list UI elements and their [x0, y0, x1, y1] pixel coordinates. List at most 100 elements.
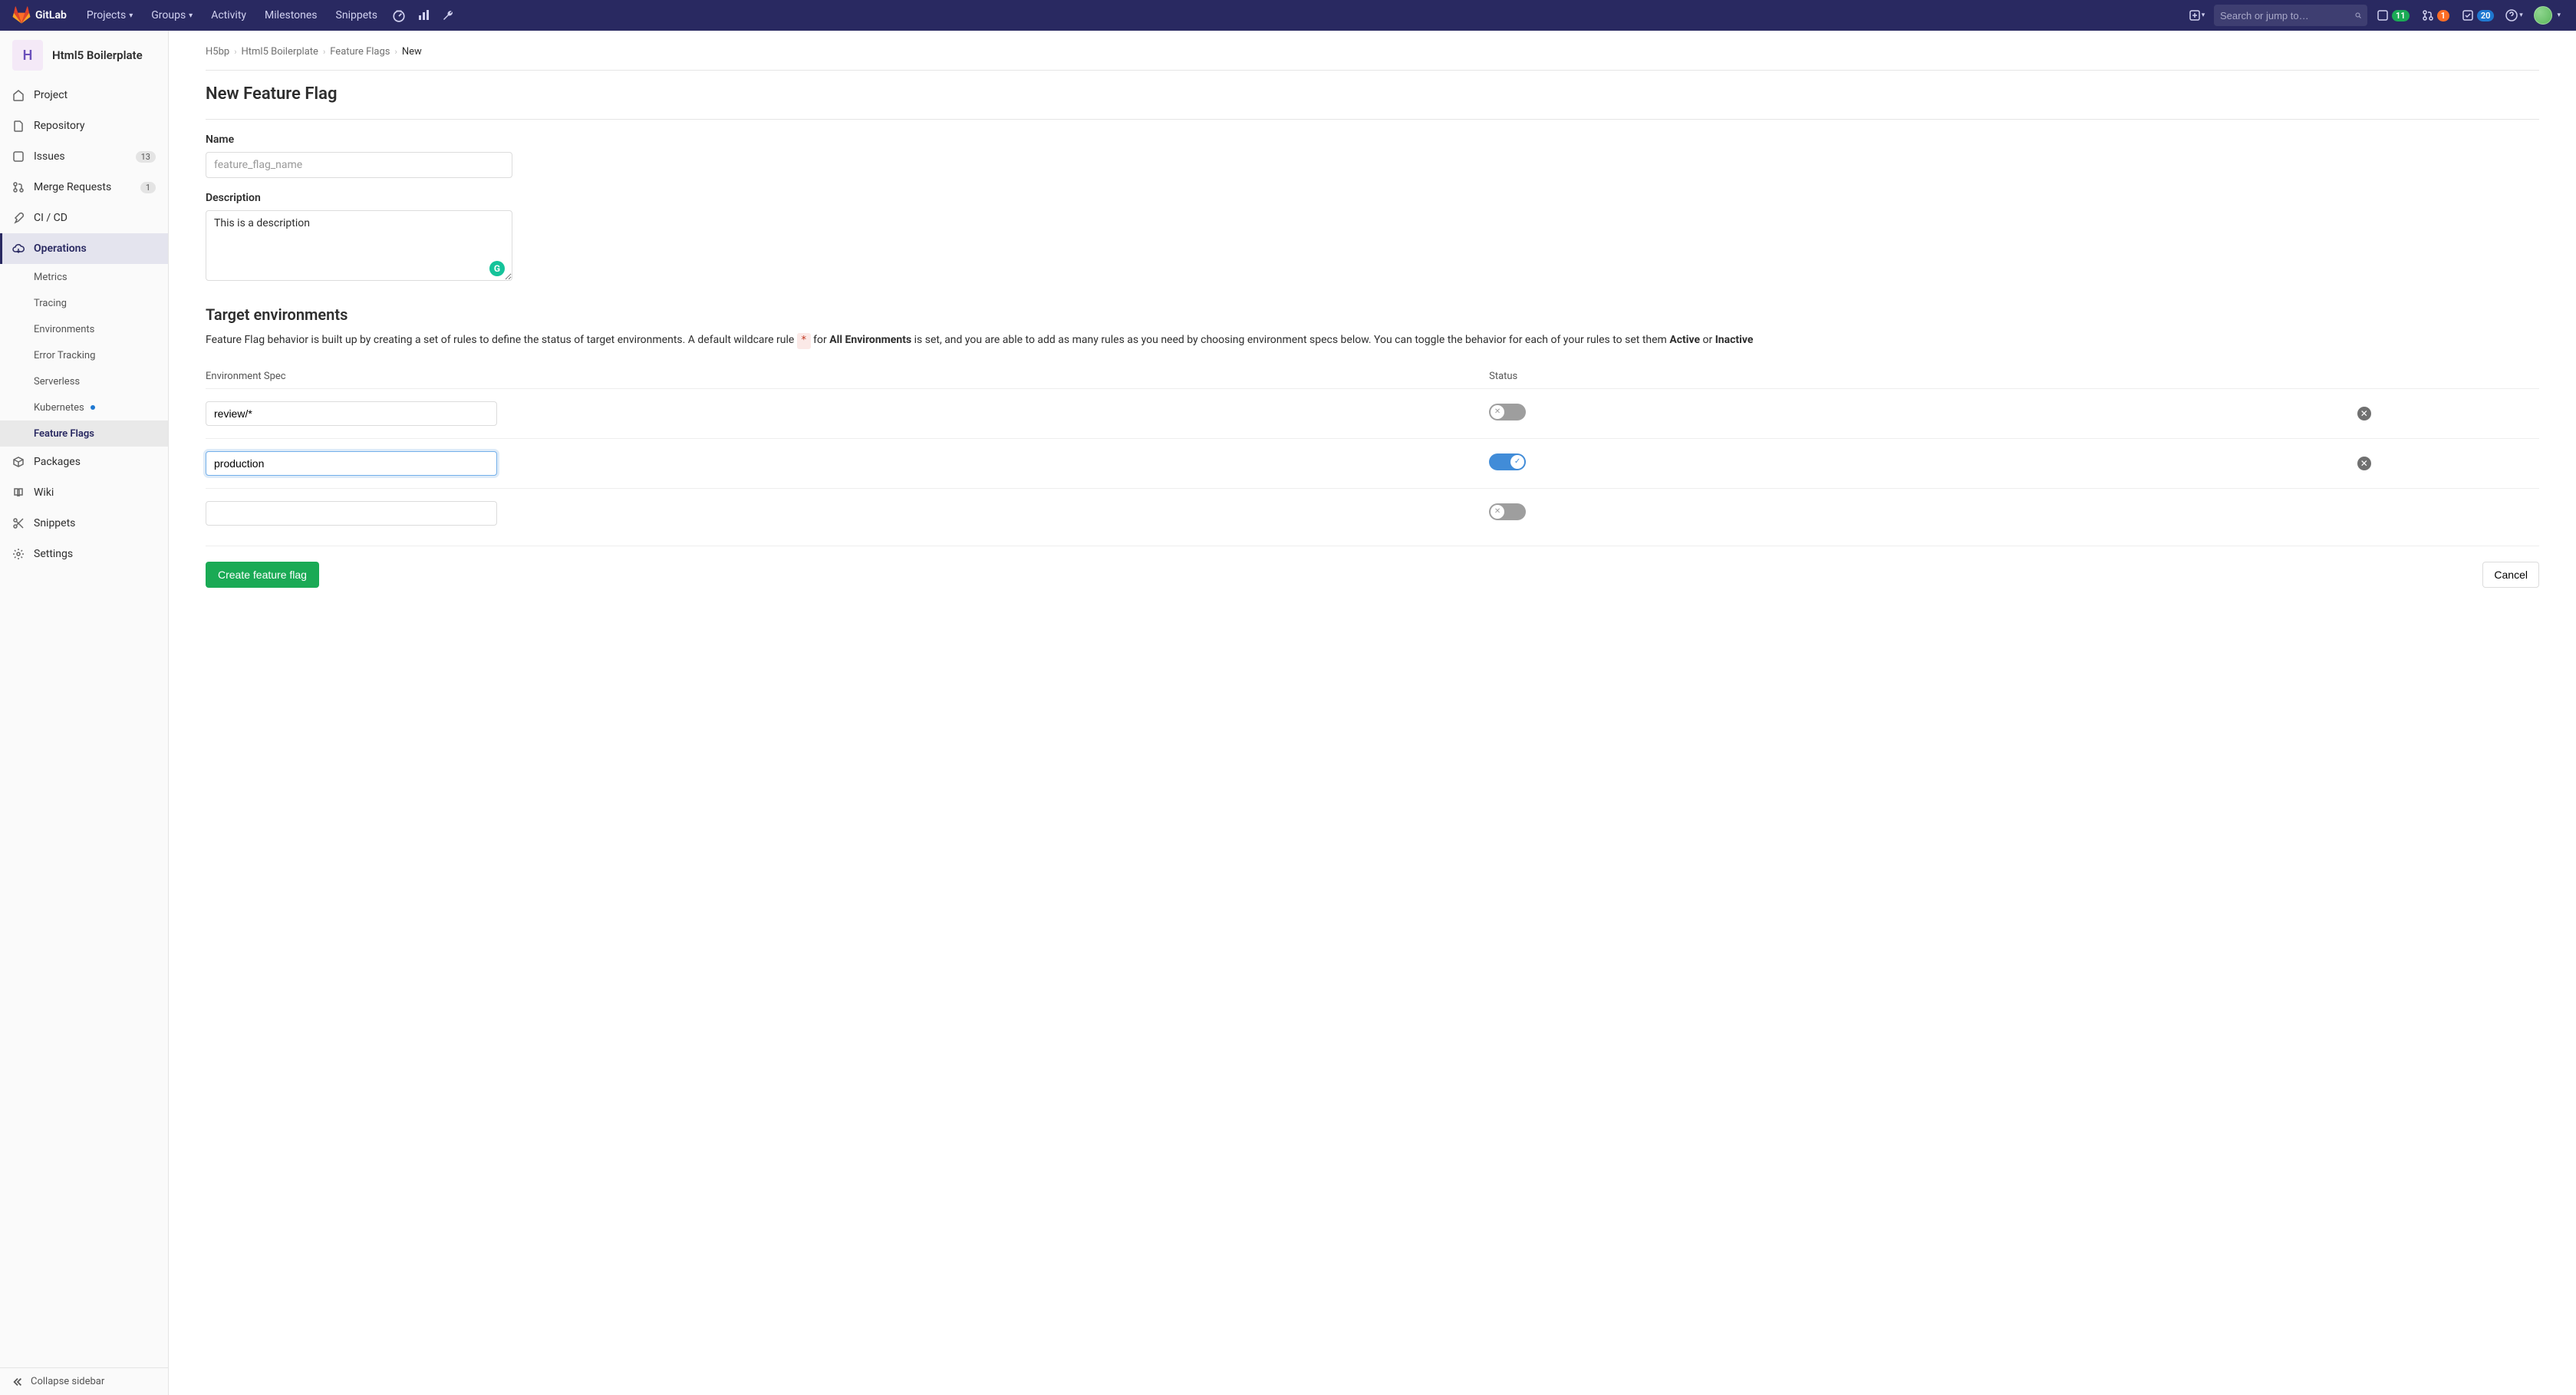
wrench-icon[interactable] [437, 5, 459, 26]
grammarly-icon[interactable]: G [489, 261, 505, 276]
nav-activity[interactable]: Activity [203, 0, 254, 31]
environment-spec-input[interactable] [206, 401, 497, 426]
sidebar-item-label: Settings [34, 548, 73, 560]
cancel-button[interactable]: Cancel [2482, 562, 2539, 588]
sidebar-item-label: Project [34, 89, 68, 101]
main-content: H5bp› Html5 Boilerplate› Feature Flags› … [169, 31, 2576, 1395]
status-dot-icon [91, 405, 95, 410]
gitlab-icon [12, 6, 31, 25]
sidebar-item-repository[interactable]: Repository [0, 110, 168, 141]
merge-request-icon [12, 181, 25, 193]
target-environments-description: Feature Flag behavior is built up by cre… [206, 331, 2539, 349]
sidebar-item-label: Snippets [34, 517, 75, 529]
merge-request-icon [2422, 9, 2434, 21]
issues-icon [2377, 9, 2389, 21]
sub-item-serverless[interactable]: Serverless [0, 368, 168, 394]
sidebar-item-label: Kubernetes [34, 402, 84, 414]
project-sidebar: H Html5 Boilerplate Project Repository I… [0, 31, 169, 1395]
issues-icon [12, 150, 25, 163]
environment-spec-input[interactable] [206, 501, 497, 526]
status-toggle[interactable]: ✓ [1489, 453, 1526, 470]
target-environments-title: Target environments [206, 305, 2539, 324]
scissors-icon [12, 517, 25, 529]
mr-counter[interactable]: 1 [2419, 9, 2452, 21]
top-navbar: GitLab Projects▾ Groups▾ Activity Milest… [0, 0, 2576, 31]
chevron-double-left-icon [12, 1377, 23, 1387]
sidebar-item-snippets[interactable]: Snippets [0, 508, 168, 539]
breadcrumb-item[interactable]: Html5 Boilerplate [242, 46, 318, 58]
gitlab-logo[interactable]: GitLab [12, 6, 67, 25]
package-icon [12, 456, 25, 468]
sub-item-environments[interactable]: Environments [0, 316, 168, 342]
brand-text: GitLab [35, 9, 67, 21]
environment-row: ✕✕ [206, 388, 2539, 438]
breadcrumb-item[interactable]: H5bp [206, 46, 229, 58]
search-icon [2355, 10, 2361, 21]
create-feature-flag-button[interactable]: Create feature flag [206, 562, 319, 588]
nav-snippets[interactable]: Snippets [328, 0, 385, 31]
plus-dropdown[interactable]: ▾ [2186, 5, 2208, 26]
sidebar-item-merge-requests[interactable]: Merge Requests 1 [0, 172, 168, 203]
sidebar-item-issues[interactable]: Issues 13 [0, 141, 168, 172]
project-avatar: H [12, 40, 43, 71]
sidebar-item-label: CI / CD [34, 212, 68, 224]
cloud-icon [12, 242, 25, 255]
book-icon [12, 486, 25, 499]
rocket-icon [12, 212, 25, 224]
sidebar-item-label: Repository [34, 120, 84, 132]
name-input[interactable] [206, 152, 512, 178]
page-title: New Feature Flag [206, 84, 2539, 104]
wildcard-badge: * [797, 333, 811, 349]
sidebar-item-label: Packages [34, 456, 81, 468]
description-input[interactable] [206, 210, 512, 281]
sub-item-metrics[interactable]: Metrics [0, 264, 168, 290]
help-dropdown[interactable]: ▾ [2503, 5, 2525, 26]
home-icon [12, 89, 25, 101]
todos-counter[interactable]: 20 [2459, 9, 2498, 21]
nav-groups[interactable]: Groups▾ [143, 0, 200, 31]
delete-row-button[interactable]: ✕ [2357, 457, 2371, 470]
sidebar-item-packages[interactable]: Packages [0, 447, 168, 477]
column-status: Status [1489, 371, 2189, 382]
sub-item-kubernetes[interactable]: Kubernetes [0, 394, 168, 420]
nav-projects[interactable]: Projects▾ [79, 0, 140, 31]
environment-spec-input[interactable] [206, 451, 497, 476]
collapse-sidebar[interactable]: Collapse sidebar [0, 1367, 168, 1395]
sidebar-item-label: Issues [34, 150, 65, 163]
status-toggle[interactable]: ✕ [1489, 503, 1526, 520]
breadcrumb-item[interactable]: Feature Flags [330, 46, 390, 58]
environment-row: ✓✕ [206, 438, 2539, 488]
count-badge: 13 [136, 151, 156, 163]
chevron-down-icon: ▾ [129, 12, 133, 20]
sidebar-item-cicd[interactable]: CI / CD [0, 203, 168, 233]
project-name: Html5 Boilerplate [52, 48, 143, 62]
user-avatar [2534, 6, 2552, 25]
status-toggle[interactable]: ✕ [1489, 404, 1526, 420]
sidebar-item-wiki[interactable]: Wiki [0, 477, 168, 508]
sidebar-item-label: Wiki [34, 486, 54, 499]
search-input[interactable] [2220, 10, 2355, 21]
description-label: Description [206, 192, 512, 204]
sidebar-item-label: Merge Requests [34, 181, 111, 193]
issues-badge: 11 [2392, 10, 2410, 21]
count-badge: 1 [140, 182, 156, 193]
mr-badge: 1 [2437, 10, 2449, 21]
chart-icon[interactable] [413, 5, 434, 26]
sidebar-item-settings[interactable]: Settings [0, 539, 168, 569]
nav-milestones[interactable]: Milestones [257, 0, 325, 31]
delete-row-button[interactable]: ✕ [2357, 407, 2371, 420]
project-header[interactable]: H Html5 Boilerplate [0, 31, 168, 80]
sidebar-item-project[interactable]: Project [0, 80, 168, 110]
sidebar-item-label: Operations [34, 242, 87, 255]
breadcrumb-current: New [402, 46, 422, 58]
global-search[interactable] [2214, 5, 2367, 26]
performance-icon[interactable] [388, 5, 410, 26]
user-menu[interactable]: ▾ [2531, 6, 2564, 25]
sub-item-tracing[interactable]: Tracing [0, 290, 168, 316]
todos-badge: 20 [2477, 10, 2495, 21]
collapse-label: Collapse sidebar [31, 1376, 104, 1387]
sidebar-item-operations[interactable]: Operations [0, 233, 168, 264]
sub-item-error-tracking[interactable]: Error Tracking [0, 342, 168, 368]
sub-item-feature-flags[interactable]: Feature Flags [0, 420, 168, 447]
issues-counter[interactable]: 11 [2373, 9, 2413, 21]
